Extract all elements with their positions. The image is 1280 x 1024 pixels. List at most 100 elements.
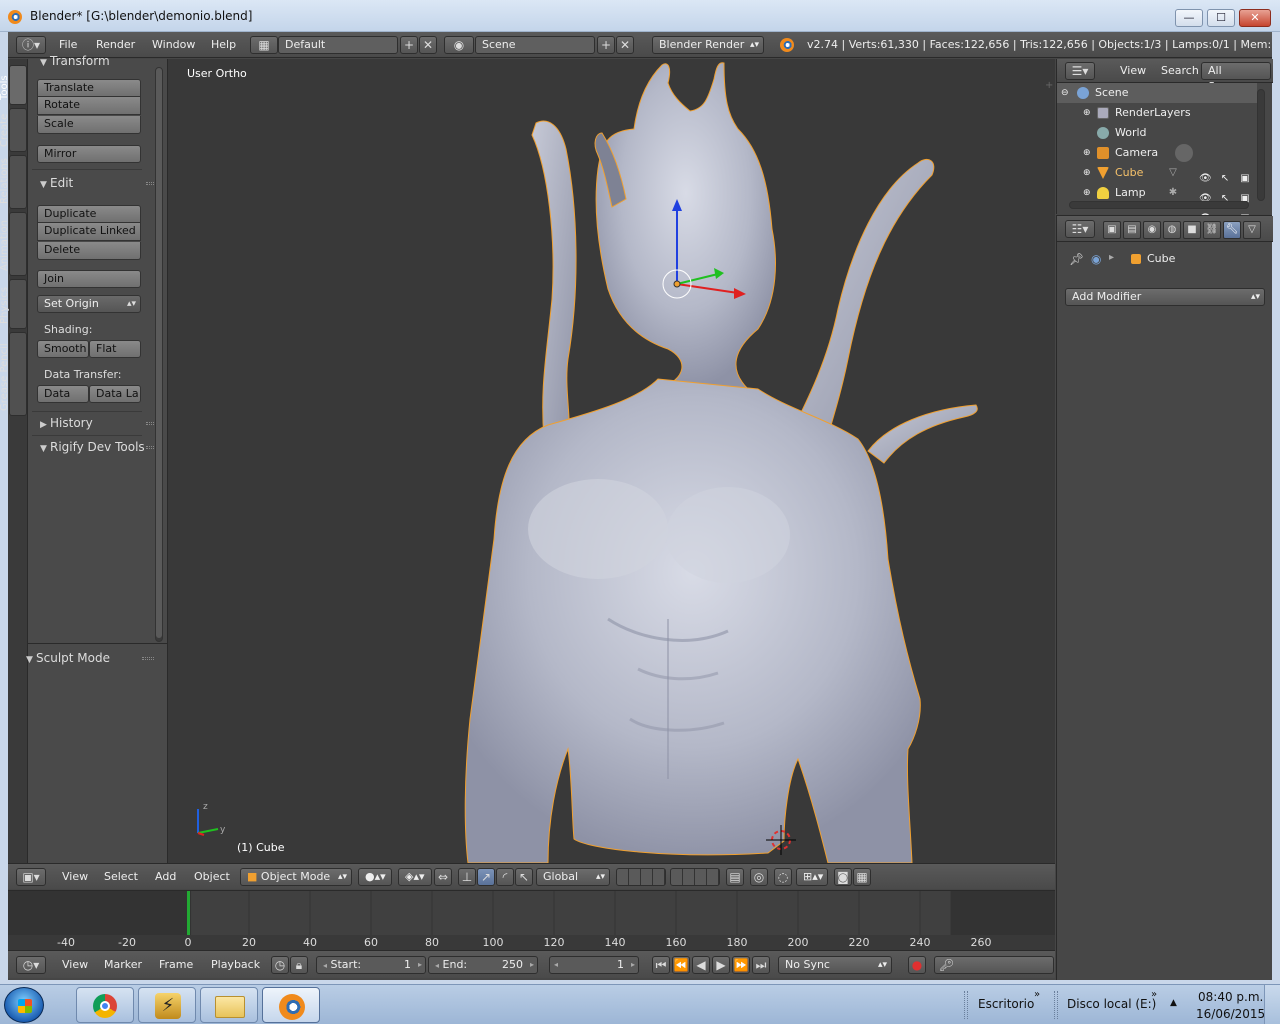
set-origin-dropdown[interactable]: Set Origin ▴▾ [37,295,141,313]
layout-remove-icon[interactable]: ✕ [419,36,437,54]
only-origins-icon[interactable]: ⇔ [434,868,452,886]
editor-type-timeline-button[interactable]: ◷▾ [16,956,46,974]
data-layers-button[interactable]: Data La [89,385,141,403]
pivot-point-dropdown[interactable]: ◈▴▾ [398,868,432,886]
expand-toggle-icon[interactable]: ⊕ [1083,143,1091,163]
keying-set-field[interactable]: 🔑︎ [934,956,1054,974]
jump-to-keyframe-back-icon[interactable]: ⏪ [672,956,690,974]
snap-toggle-icon[interactable]: ◌ [774,868,792,886]
taskbar-winamp-button[interactable]: ⚡ [138,987,196,1023]
panel-history-header[interactable]: ▶ History [32,413,164,433]
scale-manipulator-icon[interactable]: ↖ [515,868,533,886]
panel-edit-header[interactable]: ▼ Edit [32,173,164,193]
renderable-camera-icon[interactable]: ▣ [1239,173,1251,185]
delete-button[interactable]: Delete [37,242,141,260]
panel-sculpt-mode-header[interactable]: ▼ Sculpt Mode [18,648,154,668]
render-engine-dropdown[interactable]: Blender Render ▴▾ [652,36,764,54]
lock-range-icon[interactable]: 🔒︎ [290,956,308,974]
layout-selector-button[interactable]: ▦ [250,36,278,54]
timeline-frame-area[interactable] [8,891,1055,935]
render-animation-icon[interactable]: ▦ [853,868,871,886]
outliner-item-world[interactable]: World [1057,123,1257,143]
end-frame-field[interactable]: ◂ End: 250 ▸ [428,956,538,974]
scene-add-icon[interactable]: + [597,36,615,54]
3d-viewport[interactable]: User Ortho + z y (1) Cube [168,59,1055,863]
decrement-arrow-icon[interactable]: ◂ [323,961,327,970]
layer-buttons-group-2[interactable] [670,868,720,886]
scene-selector-button[interactable]: ◉ [444,36,474,54]
desktop-toolbar-label[interactable]: Escritorio [978,997,1034,1011]
record-keyframe-icon[interactable]: ● [908,956,926,974]
data-transfer-button[interactable]: Data [37,385,89,403]
maximize-button[interactable]: ☐ [1207,9,1235,27]
panel-transform-header[interactable]: ▼ Transform [32,51,164,71]
proportional-edit-icon[interactable]: ◎ [750,868,768,886]
expand-toggle-icon[interactable]: ⊕ [1083,163,1091,183]
interaction-mode-dropdown[interactable]: ■ Object Mode ▴▾ [240,868,352,886]
properties-editor[interactable]: ☷▾ ▣ ▤ ◉ ◍ ■ ⛓ 🔧︎ ▽ 📌︎ ◉ ▸ Cube Add Modi… [1056,215,1273,980]
menu-marker[interactable]: Marker [104,957,142,973]
manipulator-toggle-icon[interactable]: ⊥ [458,868,476,886]
join-button[interactable]: Join [37,270,141,288]
current-frame-field[interactable]: ◂ 1 ▸ [549,956,639,974]
collapse-toggle-icon[interactable]: ⊖ [1061,83,1069,103]
visibility-eye-icon[interactable]: 👁︎ [1199,173,1212,185]
disk-toolbar-label[interactable]: Disco local (E:) [1067,997,1156,1011]
layer-buttons-group-1[interactable] [616,868,666,886]
menu-add[interactable]: Add [155,869,176,885]
close-button[interactable]: ✕ [1239,9,1271,27]
lock-camera-icon[interactable]: ▤ [726,868,744,886]
viewport-shading-dropdown[interactable]: ●▴▾ [358,868,392,886]
constraints-tab-icon[interactable]: ⛓ [1203,221,1221,239]
jump-to-end-icon[interactable]: ⏭ [752,956,770,974]
jump-to-keyframe-forward-icon[interactable]: ⏩ [732,956,750,974]
play-reverse-icon[interactable]: ◀ [692,956,710,974]
editor-type-outliner-button[interactable]: ☰▾ [1065,62,1095,80]
translate-manipulator-icon[interactable]: ↗ [477,868,495,886]
clock-date[interactable]: 16/06/2015 [1196,1007,1265,1021]
increment-arrow-icon[interactable]: ▸ [530,957,534,973]
toolbar-grip[interactable] [1054,991,1058,1019]
sync-mode-dropdown[interactable]: No Sync ▴▾ [778,956,892,974]
toolbar-chevron-icon[interactable]: » [1034,989,1040,1000]
increment-arrow-icon[interactable]: ▸ [631,957,635,973]
selectable-cursor-icon[interactable]: ↖ [1219,173,1231,185]
snap-element-dropdown[interactable]: ⊞▴▾ [796,868,828,886]
clock-time[interactable]: 08:40 p.m. [1198,990,1263,1004]
menu-playback[interactable]: Playback [211,957,260,973]
render-tab-icon[interactable]: ▣ [1103,221,1121,239]
outliner-scrollbar[interactable] [1257,89,1265,201]
outliner-horizontal-scrollbar[interactable] [1069,201,1249,209]
translate-button[interactable]: Translate [37,79,141,97]
object-tab-icon[interactable]: ■ [1183,221,1201,239]
start-frame-field[interactable]: ◂ Start: 1 ▸ [316,956,426,974]
editor-type-properties-button[interactable]: ☷▾ [1065,220,1095,238]
drag-grip-icon[interactable] [142,657,154,660]
expand-toggle-icon[interactable]: ⊕ [1083,183,1091,203]
scene-name-field[interactable]: Scene [475,36,595,54]
duplicate-linked-button[interactable]: Duplicate Linked [37,223,141,241]
sculpted-demon-mesh[interactable]: z y [168,59,1055,863]
timeline-editor[interactable]: -40 -20 0 20 40 60 80 100 120 140 160 180 200 220 240 2… [8,890,1055,950]
menu-outliner-search[interactable]: Search [1161,63,1199,79]
outliner[interactable]: ☰▾ View Search All Scenes ⊖ Scene ⊕ Rend… [1056,59,1273,224]
increment-arrow-icon[interactable]: ▸ [418,957,422,973]
outliner-item-renderlayers[interactable]: ⊕ RenderLayers [1057,103,1257,123]
scene-remove-icon[interactable]: ✕ [616,36,634,54]
taskbar-blender-button[interactable] [262,987,320,1023]
display-mode-dropdown[interactable]: All Scenes [1201,62,1271,93]
editor-type-3dview-button[interactable]: ▣▾ [16,868,46,886]
scale-button[interactable]: Scale [37,116,141,134]
show-hidden-icons-icon[interactable]: ▲ [1170,998,1177,1008]
shade-smooth-button[interactable]: Smooth [37,340,89,358]
play-icon[interactable]: ▶ [712,956,730,974]
outliner-item-scene[interactable]: ⊖ Scene [1057,83,1257,103]
menu-timeline-view[interactable]: View [62,957,88,973]
mirror-button[interactable]: Mirror [37,145,141,163]
decrement-arrow-icon[interactable]: ◂ [554,957,558,973]
scrollbar-thumb[interactable] [156,68,162,638]
toolbar-chevron-icon[interactable]: » [1151,989,1157,1000]
panel-rigify-header[interactable]: ▼ Rigify Dev Tools [32,437,164,457]
jump-to-start-icon[interactable]: ⏮ [652,956,670,974]
rotate-manipulator-icon[interactable]: ◜ [496,868,514,886]
